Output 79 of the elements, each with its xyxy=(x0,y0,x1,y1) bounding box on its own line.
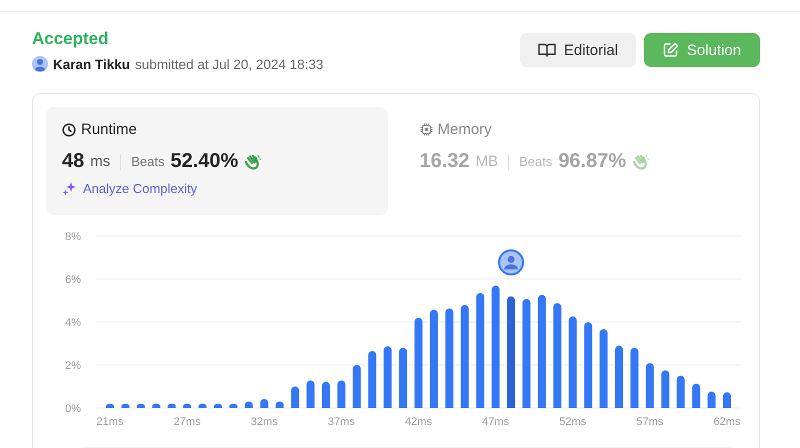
histogram-bar[interactable] xyxy=(322,382,330,408)
histogram-bar[interactable] xyxy=(630,348,638,408)
metric-label: Memory xyxy=(438,121,492,138)
sparkle-icon xyxy=(62,181,77,196)
histogram-bar[interactable] xyxy=(507,296,516,408)
avatar-icon xyxy=(32,56,48,72)
histogram-bar[interactable] xyxy=(568,316,577,408)
histogram-bar[interactable] xyxy=(600,329,608,408)
histogram-bar[interactable] xyxy=(244,402,253,408)
histogram-bar[interactable] xyxy=(121,404,130,408)
histogram-bar[interactable] xyxy=(260,398,268,408)
axis-label: 4% xyxy=(65,317,81,329)
histogram-bar[interactable] xyxy=(198,404,207,408)
histogram-bar[interactable] xyxy=(723,392,731,408)
user-name[interactable]: Karan Tikku xyxy=(53,56,130,72)
histogram-bar[interactable] xyxy=(522,299,530,408)
histogram-bar[interactable] xyxy=(584,322,592,408)
histogram-bar[interactable] xyxy=(460,305,469,408)
axis-label: 21ms xyxy=(96,416,124,427)
clapping-hands-icon xyxy=(244,154,262,170)
histogram-bar[interactable] xyxy=(646,363,654,408)
histogram-bar[interactable] xyxy=(399,348,408,408)
histogram-bar[interactable] xyxy=(106,404,114,408)
histogram-bar[interactable] xyxy=(352,365,361,408)
submission-time: submitted at Jul 20, 2024 18:33 xyxy=(135,56,324,72)
histogram-bar[interactable] xyxy=(553,303,562,408)
clock-icon xyxy=(62,122,76,136)
axis-label: 8% xyxy=(65,231,81,243)
histogram-bar[interactable] xyxy=(136,404,145,408)
axis-label: 27ms xyxy=(174,416,201,427)
metric-panel[interactable]: Runtime 48 ms Beats 52.40% Analyze Complexity xyxy=(46,107,388,215)
beats-percent: 96.87% xyxy=(558,150,626,173)
histogram-bar[interactable] xyxy=(168,404,176,408)
histogram-bar[interactable] xyxy=(476,292,484,408)
axis-label: 6% xyxy=(65,274,81,286)
axis-label: 0% xyxy=(65,403,81,415)
histogram-bar[interactable] xyxy=(384,346,392,408)
edit-icon xyxy=(662,42,679,58)
clapping-hands-icon xyxy=(632,154,650,170)
axis-label: 47ms xyxy=(482,416,510,427)
axis-label: 32ms xyxy=(250,416,278,427)
beats-label: Beats xyxy=(519,154,552,169)
metric-value: 48 xyxy=(62,150,84,173)
metric-unit: ms xyxy=(90,153,110,170)
metric-unit: MB xyxy=(476,153,498,170)
histogram-bar[interactable] xyxy=(661,370,670,408)
histogram-bar[interactable] xyxy=(214,404,222,408)
histogram-bar[interactable] xyxy=(430,310,438,408)
histogram-bar[interactable] xyxy=(337,380,346,408)
histogram-bar[interactable] xyxy=(183,404,192,408)
metric-label: Runtime xyxy=(81,121,137,138)
histogram-bar[interactable] xyxy=(615,346,624,408)
axis-label: 37ms xyxy=(328,416,355,427)
histogram-bar[interactable] xyxy=(676,376,685,408)
axis-label: 42ms xyxy=(405,416,432,427)
histogram-bar[interactable] xyxy=(492,286,500,408)
histogram-bar[interactable] xyxy=(368,351,376,408)
histogram-bar[interactable] xyxy=(708,392,716,408)
editorial-button[interactable]: Editorial xyxy=(520,33,636,67)
book-icon xyxy=(538,43,556,57)
axis-label: 57ms xyxy=(636,416,664,427)
metric-value: 16.32 xyxy=(420,150,470,173)
beats-label: Beats xyxy=(131,154,164,169)
histogram-bar[interactable] xyxy=(306,380,315,408)
axis-label: 2% xyxy=(65,360,81,372)
status-text: Accepted xyxy=(32,29,110,49)
histogram-bar[interactable] xyxy=(692,384,700,408)
histogram-bar[interactable] xyxy=(276,402,284,408)
analyze-complexity-link[interactable]: Analyze Complexity xyxy=(62,181,198,196)
histogram-bar[interactable] xyxy=(445,308,454,408)
chip-icon xyxy=(420,123,432,136)
histogram-bar[interactable] xyxy=(538,294,546,408)
histogram-bar[interactable] xyxy=(291,386,300,408)
beats-percent: 52.40% xyxy=(170,150,238,173)
axis-label: 62ms xyxy=(714,416,740,427)
histogram-bar[interactable] xyxy=(152,404,160,408)
histogram-bar[interactable] xyxy=(229,404,238,408)
user-avatar-marker xyxy=(498,249,524,276)
axis-label: 52ms xyxy=(559,416,586,427)
